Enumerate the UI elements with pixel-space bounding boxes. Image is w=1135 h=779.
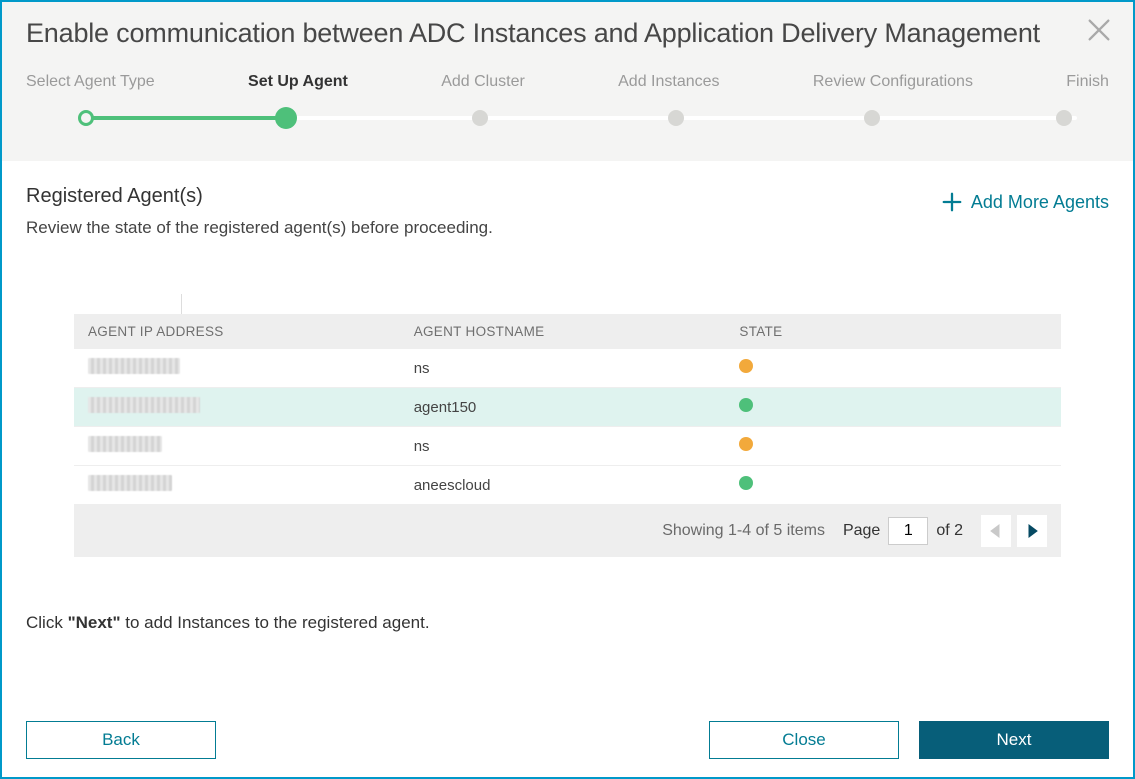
- redacted-ip: [88, 358, 180, 374]
- plus-icon: [941, 191, 963, 213]
- wizard-step-label-3: Add Instances: [618, 73, 719, 91]
- wizard-step-label-1: Set Up Agent: [248, 73, 348, 91]
- next-button[interactable]: Next: [919, 721, 1109, 759]
- pagination-page-input[interactable]: [888, 517, 928, 545]
- pagination-next-button[interactable]: [1017, 515, 1047, 547]
- wizard-node-3: [668, 110, 684, 126]
- wizard-step-label-2: Add Cluster: [441, 73, 525, 91]
- status-warn-icon: [739, 437, 753, 451]
- pagination-page-control: Page of 2: [843, 517, 963, 545]
- modal-footer: Back Close Next: [2, 705, 1133, 777]
- wizard-step-label-4: Review Configurations: [813, 73, 973, 91]
- pagination-of-text: of 2: [936, 522, 963, 540]
- back-button-label: Back: [102, 730, 140, 750]
- table-row[interactable]: ns: [74, 349, 1061, 388]
- pagination-showing-text: Showing 1-4 of 5 items: [662, 522, 825, 540]
- modal-body: Registered Agent(s) Review the state of …: [2, 161, 1133, 705]
- wizard-modal: Enable communication between ADC Instanc…: [0, 0, 1135, 779]
- wizard-node-1: [275, 107, 297, 129]
- wizard-node-0: [78, 110, 94, 126]
- modal-title: Enable communication between ADC Instanc…: [26, 18, 1109, 49]
- close-icon[interactable]: [1085, 16, 1113, 44]
- cell-agent-state: [725, 388, 1061, 427]
- wizard-bar: [26, 107, 1109, 129]
- hint-text: Click "Next" to add Instances to the reg…: [26, 613, 1109, 633]
- agents-table: AGENT IP ADDRESS AGENT HOSTNAME STATE ns…: [74, 314, 1061, 505]
- cell-agent-ip: [74, 427, 400, 466]
- cell-agent-state: [725, 427, 1061, 466]
- status-warn-icon: [739, 359, 753, 373]
- next-button-label: Next: [997, 730, 1032, 750]
- section-subtitle: Review the state of the registered agent…: [26, 218, 493, 238]
- hint-suffix: to add Instances to the registered agent…: [121, 613, 430, 632]
- cell-agent-hostname: agent150: [400, 388, 726, 427]
- close-button-label: Close: [782, 730, 825, 750]
- status-ok-icon: [739, 398, 753, 412]
- table-row[interactable]: aneescloud: [74, 466, 1061, 505]
- pagination-page-label: Page: [843, 522, 880, 540]
- wizard-step-label-0: Select Agent Type: [26, 73, 155, 91]
- redacted-ip: [88, 397, 200, 413]
- wizard-stepper: Select Agent Type Set Up Agent Add Clust…: [26, 73, 1109, 129]
- col-header-state[interactable]: STATE: [725, 314, 1061, 349]
- wizard-track-progress: [86, 116, 286, 120]
- add-more-agents-label: Add More Agents: [971, 192, 1109, 213]
- section-title: Registered Agent(s): [26, 185, 493, 208]
- redacted-ip: [88, 436, 162, 452]
- cell-agent-state: [725, 349, 1061, 388]
- cell-agent-ip: [74, 349, 400, 388]
- wizard-node-5: [1056, 110, 1072, 126]
- agents-table-wrap: AGENT IP ADDRESS AGENT HOSTNAME STATE ns…: [74, 294, 1061, 557]
- back-button[interactable]: Back: [26, 721, 216, 759]
- col-header-host[interactable]: AGENT HOSTNAME: [400, 314, 726, 349]
- add-more-agents-button[interactable]: Add More Agents: [941, 191, 1109, 213]
- pagination-prev-button[interactable]: [981, 515, 1011, 547]
- wizard-labels: Select Agent Type Set Up Agent Add Clust…: [26, 73, 1109, 91]
- modal-header: Enable communication between ADC Instanc…: [2, 2, 1133, 161]
- close-button[interactable]: Close: [709, 721, 899, 759]
- redacted-ip: [88, 475, 172, 491]
- wizard-node-2: [472, 110, 488, 126]
- cell-agent-state: [725, 466, 1061, 505]
- cell-agent-hostname: ns: [400, 427, 726, 466]
- col-header-ip[interactable]: AGENT IP ADDRESS: [74, 314, 400, 349]
- cell-agent-hostname: aneescloud: [400, 466, 726, 505]
- table-row[interactable]: agent150: [74, 388, 1061, 427]
- hint-bold: "Next": [68, 613, 121, 632]
- cell-agent-ip: [74, 388, 400, 427]
- cell-agent-ip: [74, 466, 400, 505]
- wizard-step-label-5: Finish: [1066, 73, 1109, 91]
- wizard-node-4: [864, 110, 880, 126]
- hint-prefix: Click: [26, 613, 68, 632]
- cell-agent-hostname: ns: [400, 349, 726, 388]
- status-ok-icon: [739, 476, 753, 490]
- table-corner-notch: [74, 294, 182, 314]
- pagination-bar: Showing 1-4 of 5 items Page of 2: [74, 505, 1061, 557]
- table-row[interactable]: ns: [74, 427, 1061, 466]
